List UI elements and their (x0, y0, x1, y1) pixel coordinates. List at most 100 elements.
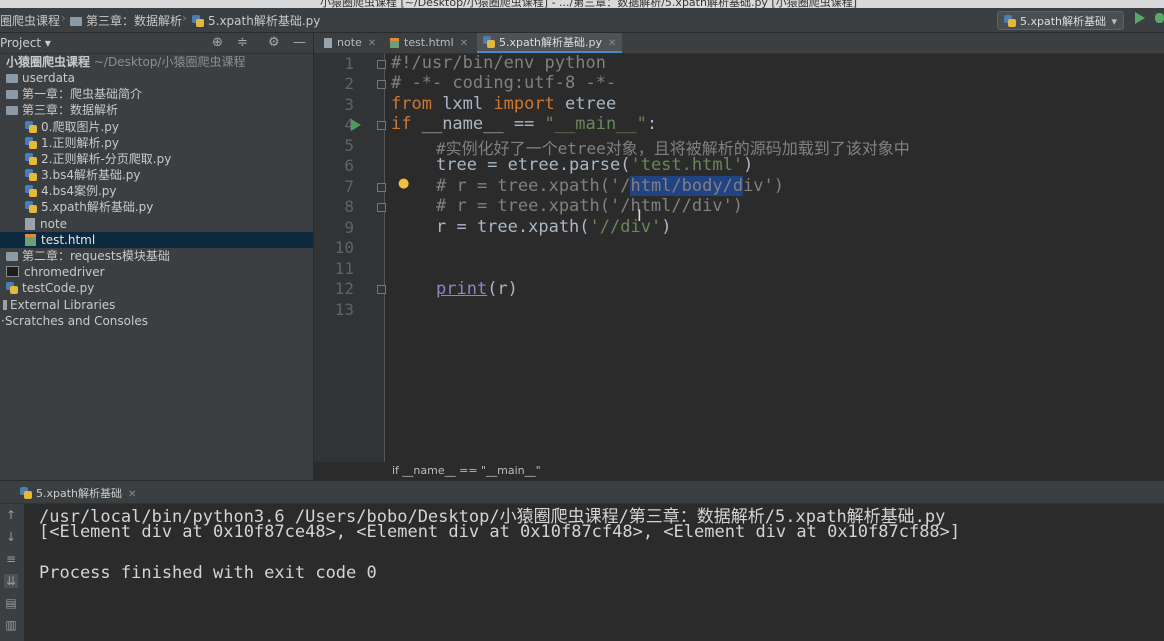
project-panel-title[interactable]: Project ▾ (0, 36, 51, 50)
breadcrumb-file[interactable]: 5.xpath解析基础.py (192, 12, 320, 29)
line-number: 11 (334, 259, 354, 278)
structure-hint[interactable]: if __name__ == "__main__" (392, 464, 541, 477)
run-gutter-icon[interactable] (351, 119, 361, 131)
code-text: r = tree.xpath( (436, 217, 590, 237)
close-icon[interactable]: ✕ (128, 489, 136, 500)
line-number: 1 (344, 54, 354, 73)
line-number: 2 (344, 74, 354, 93)
line-number: 5 (344, 136, 354, 155)
collapse-all-icon[interactable]: ≑ (237, 35, 248, 50)
code-string: "__main__" (544, 114, 647, 134)
python-file-icon (1004, 15, 1016, 27)
close-icon[interactable]: ✕ (460, 38, 468, 49)
code-builtin: print (436, 279, 488, 299)
tree-item-label: test.html (41, 233, 96, 247)
tree-item-label: External Libraries (10, 298, 116, 312)
close-icon[interactable]: ✕ (368, 38, 376, 49)
breadcrumb-separator: › (61, 11, 66, 25)
code-text: : (646, 114, 658, 134)
code-keyword: import (493, 94, 555, 114)
lightbulb-icon[interactable]: ● (398, 176, 409, 191)
line-number: 6 (344, 156, 354, 175)
tree-item-label: 第二章：requests模块基础 (22, 249, 170, 263)
tree-item-file[interactable]: note (0, 216, 313, 232)
run-tab[interactable]: 5.xpath解析基础 ✕ (20, 485, 136, 501)
code-line-12: print(r) (436, 279, 518, 299)
tree-item-chapter3[interactable]: 第三章：数据解析 (0, 102, 313, 118)
tree-item-file[interactable]: 4.bs4案例.py (0, 183, 313, 199)
window-titlebar: 小猿圈爬虫课程 [~/Desktop/小猿圈爬虫课程] - .../第三章：数据… (0, 0, 1164, 8)
chevron-down-icon: ▾ (1111, 15, 1117, 28)
run-tab-label: 5.xpath解析基础 (36, 487, 123, 500)
gear-icon[interactable]: ⚙ (268, 35, 280, 50)
tree-item-chapter1[interactable]: 第一章：爬虫基础简介 (0, 86, 313, 102)
tree-item-chromedriver[interactable]: chromedriver (0, 264, 313, 280)
code-text: tree = etree.parse( (436, 155, 631, 175)
fold-marker[interactable] (377, 60, 386, 69)
trash-icon[interactable]: ▥ (4, 618, 18, 632)
python-file-icon (20, 487, 32, 499)
tab-label: 5.xpath解析基础.py (499, 36, 603, 49)
tree-item-chapter2[interactable]: 第二章：requests模块基础 (0, 248, 313, 264)
close-icon[interactable]: ✕ (608, 38, 616, 49)
fold-marker[interactable] (377, 121, 386, 130)
navigation-bar: 圈爬虫课程 › 第三章：数据解析 › 5.xpath解析基础.py 5.xpat… (0, 8, 1164, 33)
tree-item-file[interactable]: 1.正则解析.py (0, 135, 313, 151)
breadcrumb-project[interactable]: 圈爬虫课程 (0, 12, 60, 29)
code-line-8: # r = tree.xpath('/html//div') (436, 196, 743, 216)
soft-wrap-icon[interactable]: ≡ (4, 552, 18, 566)
tree-item-label: testCode.py (22, 281, 95, 295)
run-toolbar: ↑ ↓ ≡ ⇊ ▤ ▥ (0, 504, 24, 641)
scroll-to-end-icon[interactable]: ⇊ (4, 574, 18, 588)
project-panel-header: Project ▾ ⊕ ≑ ⚙ — (0, 33, 313, 54)
tree-item-label: 1.正则解析.py (41, 136, 119, 150)
minimize-icon[interactable]: — (293, 35, 306, 50)
run-configuration-select[interactable]: 5.xpath解析基础 ▾ (997, 11, 1124, 30)
tree-item-file[interactable]: 0.爬取图片.py (0, 119, 313, 135)
tree-item-external-libraries[interactable]: External Libraries (0, 297, 313, 313)
tree-item-userdata[interactable]: userdata (0, 70, 313, 86)
code-line-6: tree = etree.parse('test.html') (436, 155, 753, 175)
text-file-icon (324, 38, 332, 48)
tree-item-file[interactable]: 3.bs4解析基础.py (0, 167, 313, 183)
code-text: etree (554, 94, 617, 114)
arrow-up-icon[interactable]: ↑ (4, 508, 18, 522)
code-text: __name__ == (411, 114, 545, 134)
breadcrumb-folder[interactable]: 第三章：数据解析 (70, 12, 182, 29)
html-file-icon (390, 38, 399, 48)
tree-item-file[interactable]: 2.正则解析-分页爬取.py (0, 151, 313, 167)
folder-icon (6, 74, 18, 83)
python-file-icon (25, 121, 37, 133)
tab-test-html[interactable]: test.html ✕ (384, 33, 474, 53)
tab-xpath-py[interactable]: 5.xpath解析基础.py ✕ (477, 33, 623, 53)
tree-item-scratches[interactable]: ·Scratches and Consoles (0, 313, 313, 329)
run-configuration-label: 5.xpath解析基础 (1020, 15, 1107, 28)
arrow-down-icon[interactable]: ↓ (4, 530, 18, 544)
print-icon[interactable]: ▤ (4, 596, 18, 610)
python-file-icon (25, 153, 37, 165)
fold-marker[interactable] (377, 285, 386, 294)
code-selection: html/body/d (630, 176, 744, 196)
python-file-icon (6, 282, 18, 294)
code-keyword: from (391, 94, 432, 114)
tab-note[interactable]: note ✕ (318, 33, 382, 53)
tree-item-file-selected[interactable]: test.html (0, 232, 313, 248)
tree-item-file[interactable]: 5.xpath解析基础.py (0, 199, 313, 215)
code-line-1: #!/usr/bin/env python (391, 53, 606, 73)
code-line-4: if __name__ == "__main__": (391, 114, 657, 134)
console-line: [<Element div at 0x10f87ce48>, <Element … (39, 522, 961, 542)
locate-icon[interactable]: ⊕ (212, 35, 223, 50)
code-string: 'test.html' (630, 155, 744, 175)
tree-item-label: 小猿圈爬虫课程 (6, 55, 91, 69)
fold-marker[interactable] (377, 80, 386, 89)
tree-item-root[interactable]: 小猿圈爬虫课程 ~/Desktop/小猿圈爬虫课程 (0, 54, 313, 70)
tree-item-testcode[interactable]: testCode.py (0, 280, 313, 296)
debug-icon[interactable] (1155, 13, 1164, 23)
text-file-icon (25, 218, 35, 230)
fold-marker[interactable] (377, 183, 386, 192)
line-number: 4 (344, 115, 354, 134)
tab-label: test.html (404, 36, 454, 49)
run-icon[interactable] (1135, 12, 1145, 24)
fold-marker[interactable] (377, 203, 386, 212)
code-line-2: # -*- coding:utf-8 -*- (391, 73, 616, 93)
